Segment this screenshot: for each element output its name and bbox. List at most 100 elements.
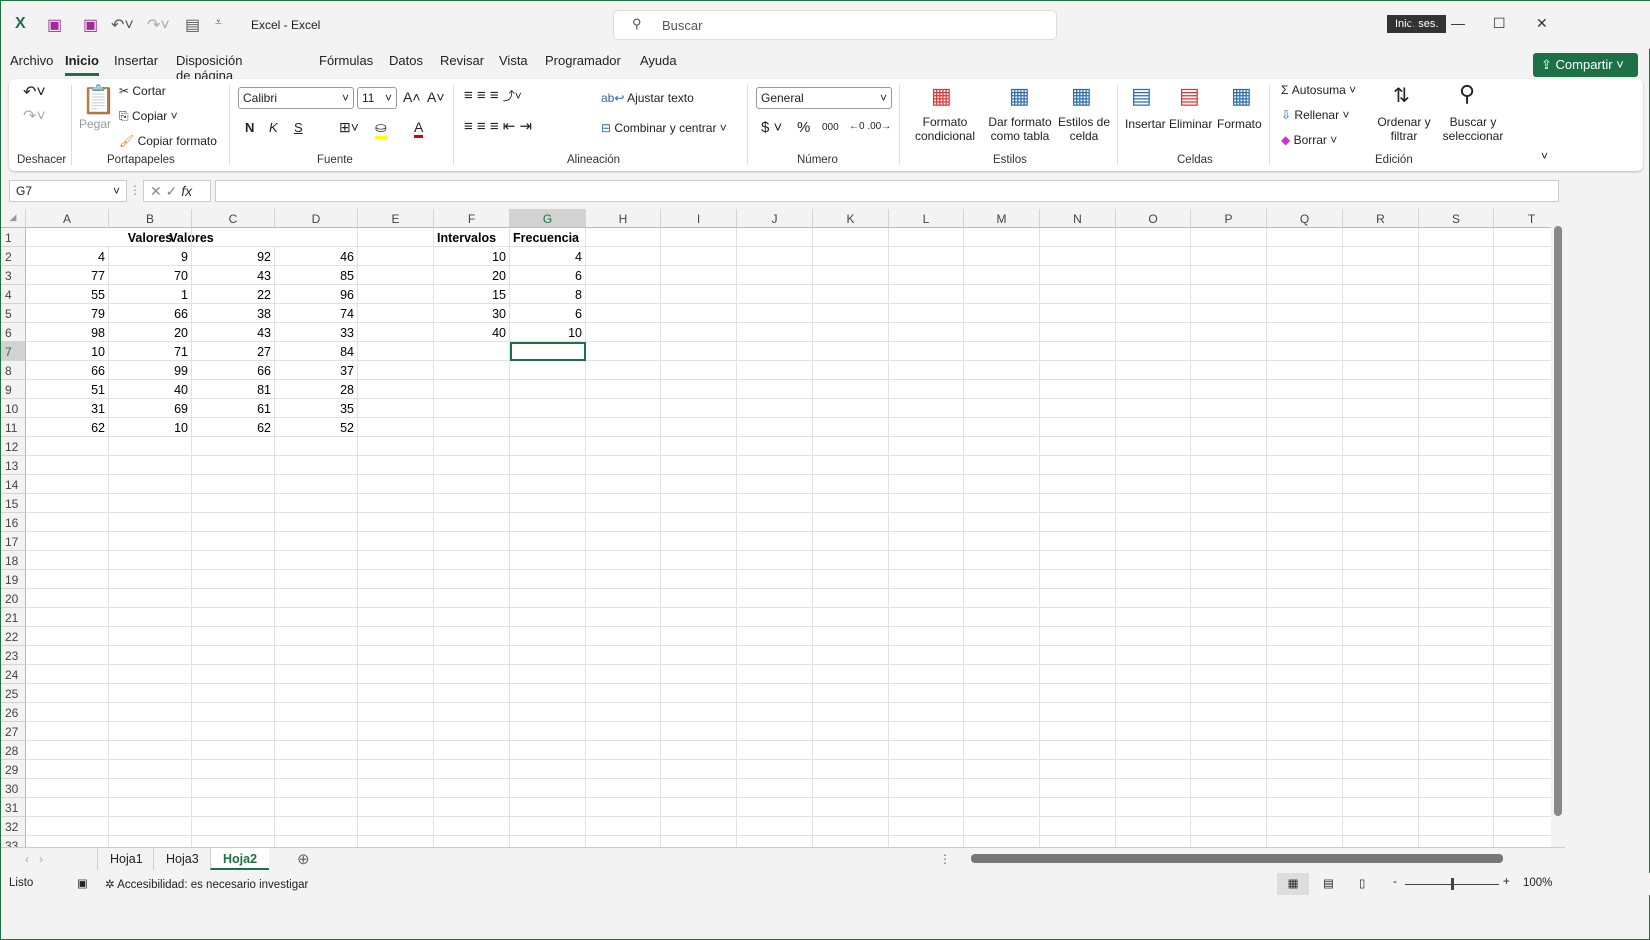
cell[interactable] xyxy=(358,266,434,285)
cell[interactable] xyxy=(1191,684,1267,703)
cell[interactable] xyxy=(1343,551,1419,570)
cell-A8[interactable]: 66 xyxy=(26,361,109,380)
insert-cells-button[interactable]: Insertar xyxy=(1125,117,1166,131)
cell[interactable] xyxy=(1419,323,1494,342)
cell[interactable] xyxy=(586,494,661,513)
cell[interactable] xyxy=(510,456,586,475)
cell[interactable] xyxy=(275,722,358,741)
cell[interactable] xyxy=(1040,266,1116,285)
cell[interactable] xyxy=(1191,722,1267,741)
cell[interactable] xyxy=(192,456,275,475)
cell[interactable] xyxy=(813,323,889,342)
cell[interactable] xyxy=(434,665,510,684)
cell[interactable] xyxy=(26,494,109,513)
cell[interactable] xyxy=(1494,380,1551,399)
cell[interactable] xyxy=(661,779,737,798)
cell[interactable] xyxy=(109,475,192,494)
cell-F6[interactable]: 40 xyxy=(434,323,510,342)
cell[interactable] xyxy=(192,570,275,589)
cell[interactable] xyxy=(510,741,586,760)
cell[interactable] xyxy=(661,475,737,494)
cell[interactable] xyxy=(964,304,1040,323)
cell-B6[interactable]: 20 xyxy=(109,323,192,342)
bold-button[interactable]: N xyxy=(245,120,254,135)
cell[interactable] xyxy=(1040,342,1116,361)
cell[interactable] xyxy=(109,741,192,760)
cell[interactable] xyxy=(1419,760,1494,779)
cell[interactable] xyxy=(889,646,964,665)
cell[interactable] xyxy=(737,532,813,551)
cell[interactable] xyxy=(510,798,586,817)
cell[interactable] xyxy=(1267,342,1343,361)
cell[interactable] xyxy=(737,741,813,760)
cell[interactable] xyxy=(26,551,109,570)
cell[interactable] xyxy=(889,589,964,608)
cell[interactable] xyxy=(1267,722,1343,741)
cell[interactable] xyxy=(434,779,510,798)
cell[interactable] xyxy=(434,361,510,380)
cell[interactable] xyxy=(1494,266,1551,285)
row-header-32[interactable]: 32 xyxy=(1,817,26,836)
cell[interactable] xyxy=(1494,323,1551,342)
cell[interactable] xyxy=(737,798,813,817)
cell[interactable] xyxy=(889,817,964,836)
column-header-S[interactable]: S xyxy=(1419,209,1494,228)
cell[interactable] xyxy=(26,589,109,608)
cell[interactable] xyxy=(1040,437,1116,456)
wrap-text-button[interactable]: ab↩ Ajustar texto xyxy=(601,91,694,105)
cell[interactable] xyxy=(1116,380,1191,399)
cell[interactable] xyxy=(275,608,358,627)
font-color-icon[interactable]: A xyxy=(414,119,424,138)
cell[interactable] xyxy=(737,380,813,399)
cell[interactable] xyxy=(1343,418,1419,437)
column-header-E[interactable]: E xyxy=(358,209,434,228)
cell[interactable] xyxy=(26,817,109,836)
cell[interactable] xyxy=(1116,266,1191,285)
row-header-20[interactable]: 20 xyxy=(1,589,26,608)
cell[interactable] xyxy=(1116,817,1191,836)
cell[interactable] xyxy=(813,589,889,608)
cell[interactable] xyxy=(434,703,510,722)
cell[interactable] xyxy=(1191,646,1267,665)
cell[interactable] xyxy=(1343,741,1419,760)
cell[interactable] xyxy=(889,665,964,684)
cell[interactable] xyxy=(1267,380,1343,399)
cell[interactable] xyxy=(964,228,1040,247)
row-header-5[interactable]: 5 xyxy=(1,304,26,323)
cell[interactable] xyxy=(1040,741,1116,760)
cell[interactable] xyxy=(192,703,275,722)
cell[interactable] xyxy=(813,361,889,380)
cell[interactable] xyxy=(1191,741,1267,760)
tab-vista[interactable]: Vista xyxy=(499,53,528,68)
cell[interactable] xyxy=(510,722,586,741)
cut-button[interactable]: ✂ Cortar xyxy=(119,84,166,98)
cell[interactable] xyxy=(964,513,1040,532)
cell[interactable] xyxy=(813,703,889,722)
cell[interactable] xyxy=(1116,665,1191,684)
cell[interactable] xyxy=(1267,665,1343,684)
cell[interactable] xyxy=(1191,608,1267,627)
cell[interactable] xyxy=(1494,247,1551,266)
cell[interactable] xyxy=(1419,703,1494,722)
cell[interactable] xyxy=(586,703,661,722)
cell[interactable] xyxy=(1267,798,1343,817)
delete-cells-button[interactable]: Eliminar xyxy=(1169,117,1212,131)
cell[interactable] xyxy=(1191,760,1267,779)
cell[interactable] xyxy=(275,779,358,798)
cell[interactable] xyxy=(1494,361,1551,380)
cell[interactable] xyxy=(964,342,1040,361)
cell[interactable] xyxy=(1419,817,1494,836)
cell[interactable] xyxy=(1191,665,1267,684)
cell[interactable] xyxy=(1343,703,1419,722)
cell[interactable] xyxy=(1494,551,1551,570)
cell[interactable] xyxy=(1267,456,1343,475)
cell[interactable] xyxy=(964,684,1040,703)
save-as-icon[interactable]: ▣ xyxy=(83,15,98,35)
cell[interactable] xyxy=(510,361,586,380)
cell[interactable] xyxy=(358,665,434,684)
share-button[interactable]: ⇪ Compartir ˅ xyxy=(1533,53,1638,77)
cell[interactable] xyxy=(1267,741,1343,760)
redo-icon[interactable]: ↷˅ xyxy=(23,106,46,126)
cell[interactable] xyxy=(1191,703,1267,722)
cell[interactable] xyxy=(1267,551,1343,570)
